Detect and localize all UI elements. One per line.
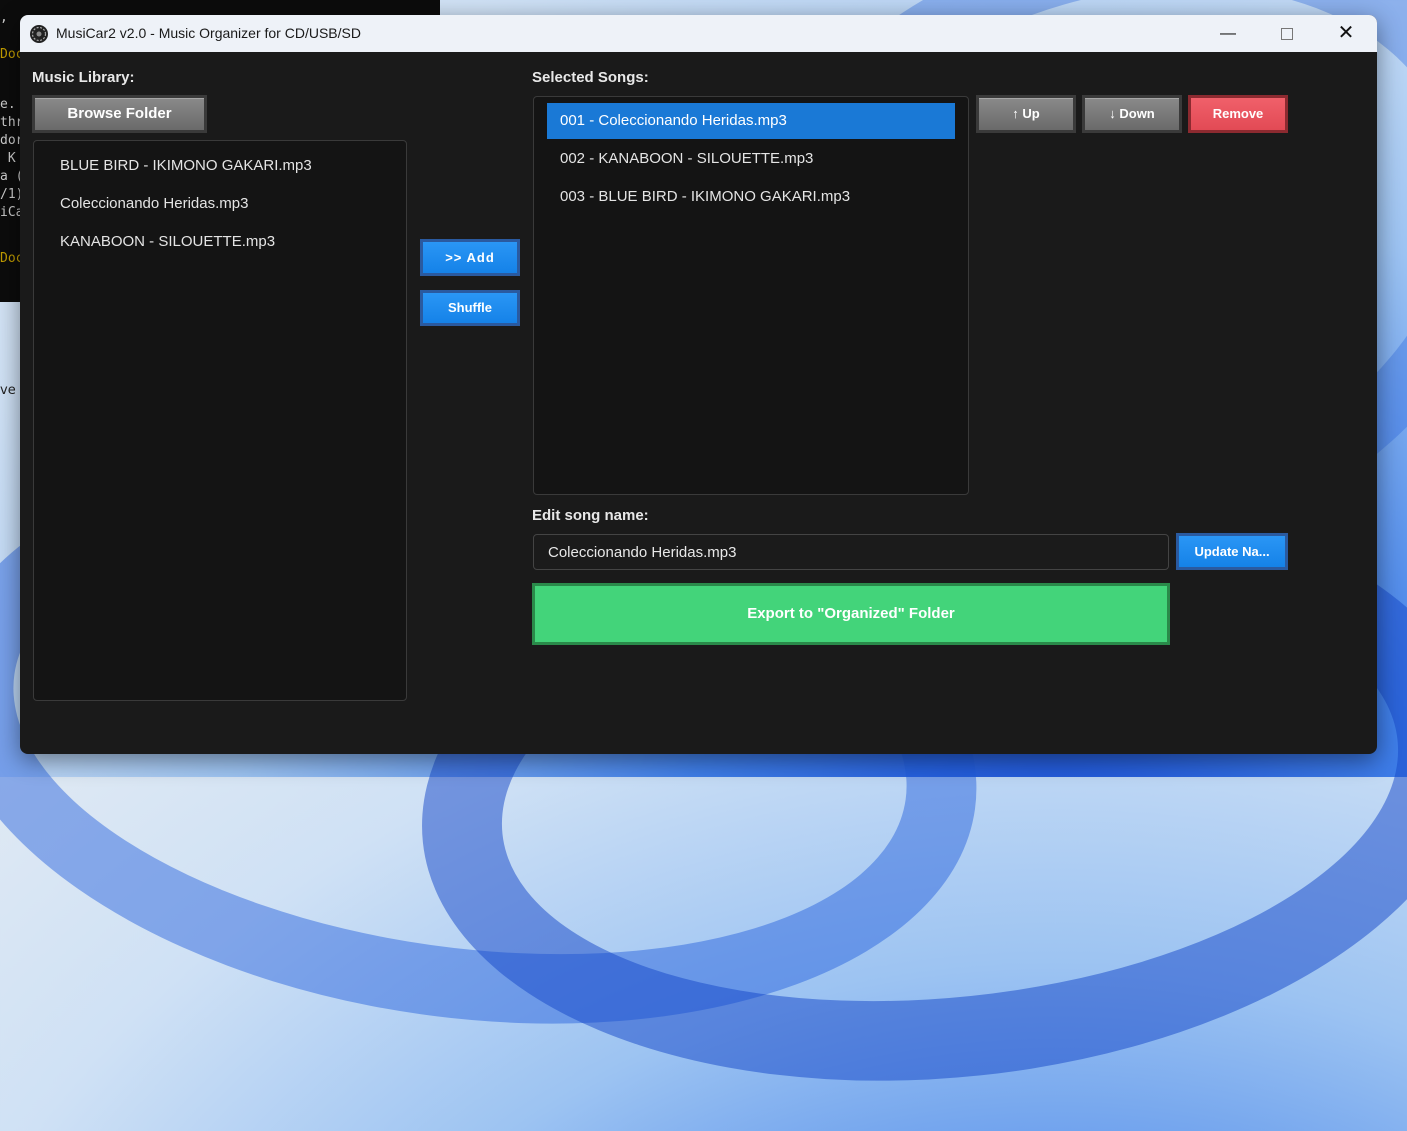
title-bar[interactable]: MusiCar2 v2.0 - Music Organizer for CD/U… [20,15,1377,52]
move-up-button[interactable]: ↑ Up [976,95,1076,133]
remove-button[interactable]: Remove [1188,95,1288,133]
browse-folder-button[interactable]: Browse Folder [32,95,207,133]
maximize-icon [1281,27,1293,40]
selected-songs-list[interactable]: 001 - Coleccionando Heridas.mp3 002 - KA… [533,96,969,495]
window-title: MusiCar2 v2.0 - Music Organizer for CD/U… [56,25,361,41]
library-list-item[interactable]: BLUE BIRD - IKIMONO GAKARI.mp3 [34,148,312,184]
terminal-line: , [0,10,16,25]
library-label: Music Library: [32,69,135,86]
song-name-input[interactable] [533,534,1169,570]
move-down-button[interactable]: ↓ Down [1082,95,1182,133]
export-button[interactable]: Export to "Organized" Folder [532,583,1170,645]
close-button[interactable]: ✕ [1317,15,1375,52]
terminal-line: K [0,151,16,166]
library-list[interactable]: BLUE BIRD - IKIMONO GAKARI.mp3 Coleccion… [33,140,407,701]
app-window: MusiCar2 v2.0 - Music Organizer for CD/U… [20,15,1377,754]
library-list-item[interactable]: Coleccionando Heridas.mp3 [34,186,248,222]
shuffle-button[interactable]: Shuffle [420,290,520,326]
selected-list-item[interactable]: 002 - KANABOON - SILOUETTE.mp3 [547,141,813,177]
minimize-button[interactable]: — [1199,15,1257,52]
library-list-item[interactable]: KANABOON - SILOUETTE.mp3 [34,224,275,260]
edit-song-name-label: Edit song name: [532,507,649,524]
terminal-line: e. [0,97,16,112]
desktop-text-fragment: ve [0,383,16,398]
maximize-button[interactable] [1258,15,1316,52]
selected-list-item[interactable]: 001 - Coleccionando Heridas.mp3 [547,103,955,139]
add-button[interactable]: >> Add [420,239,520,276]
app-logo-icon [30,25,48,43]
selected-songs-label: Selected Songs: [532,69,649,86]
update-name-button[interactable]: Update Na... [1176,533,1288,570]
selected-list-item[interactable]: 003 - BLUE BIRD - IKIMONO GAKARI.mp3 [547,179,850,215]
